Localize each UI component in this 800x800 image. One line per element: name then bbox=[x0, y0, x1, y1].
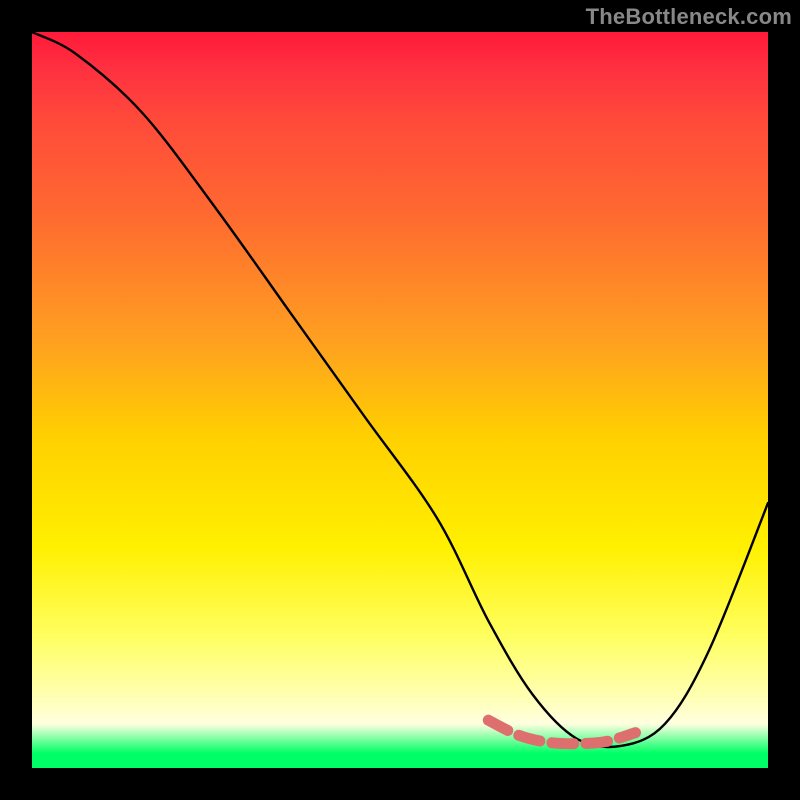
watermark-text: TheBottleneck.com bbox=[586, 4, 792, 30]
chart-plot-area bbox=[32, 32, 768, 768]
bottleneck-curve bbox=[32, 32, 768, 747]
optimal-zone-marker bbox=[488, 720, 635, 744]
chart-frame: TheBottleneck.com bbox=[0, 0, 800, 800]
